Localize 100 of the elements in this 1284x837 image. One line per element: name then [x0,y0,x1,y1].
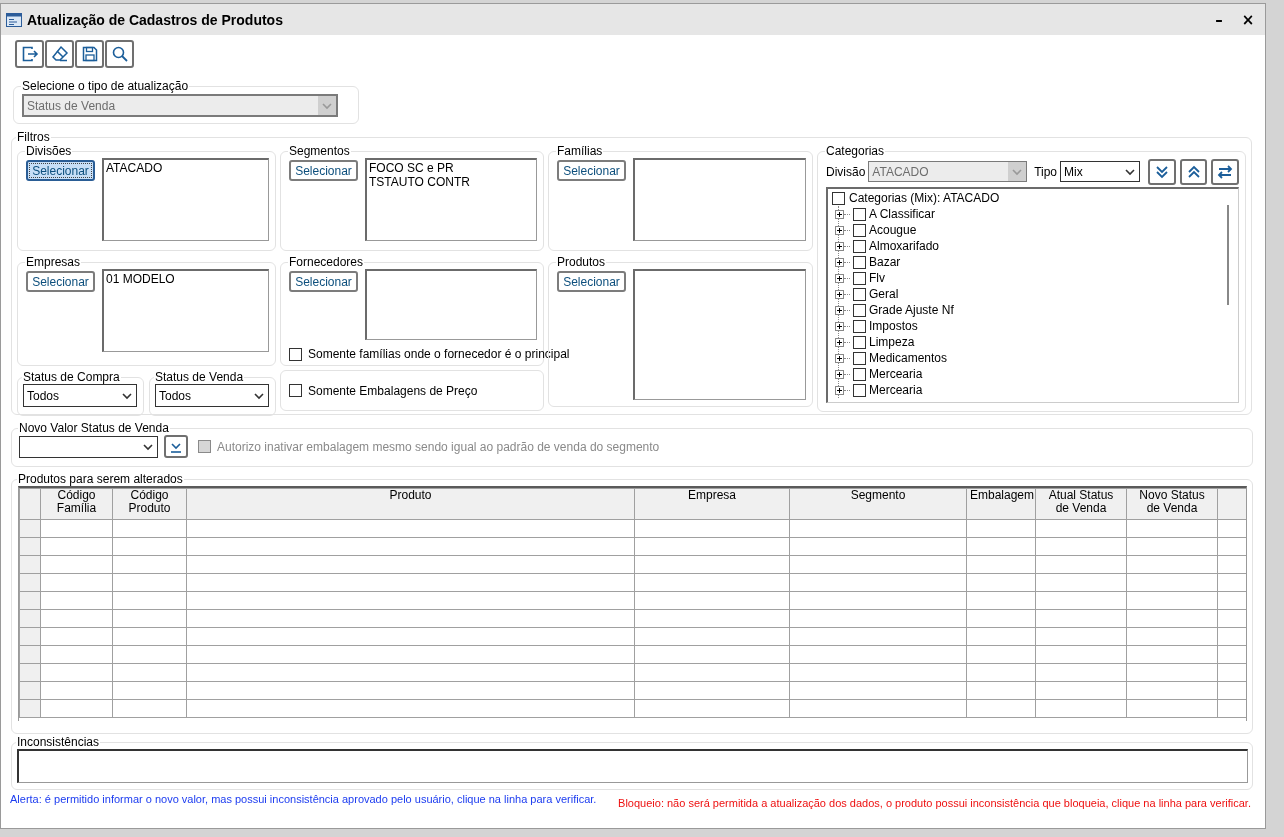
checkbox[interactable] [853,207,866,221]
checkbox[interactable] [853,367,866,381]
expand-toggle-icon[interactable] [835,337,844,347]
group-title: Famílias [556,144,604,158]
tree-item[interactable]: Grade Ajuste Nf [869,303,954,317]
select-button[interactable]: Selecionar [26,160,95,181]
search-button[interactable] [105,40,134,68]
save-icon [80,45,99,63]
expand-toggle-icon[interactable] [835,209,844,219]
list-item[interactable]: TSTAUTO CONTR [369,175,534,189]
save-button[interactable] [75,40,104,68]
checkbox[interactable] [853,255,866,269]
group-title: Categorias [825,144,886,158]
checkbox[interactable] [832,191,845,205]
block-note: Bloqueio: não será permitida a atualização dos dados, o produto possui inconsistência que bloqueia, clique na linha para verificar. [618,797,1251,809]
expand-toggle-icon[interactable] [835,225,844,235]
tree-item[interactable]: Almoxarifado [869,239,940,253]
exit-button[interactable] [15,40,44,68]
checkbox[interactable] [853,351,866,365]
tree-item[interactable]: A Classificar [869,207,936,221]
checkbox[interactable] [853,383,866,397]
column-header[interactable]: Novo Status de Venda [1126,488,1218,520]
group-title: Selecione o tipo de atualização [21,79,190,93]
select-button[interactable]: Selecionar [289,160,358,181]
tree-item[interactable]: Mercearia [869,367,923,381]
list-item[interactable]: FOCO SC e PR [369,161,534,175]
window-title: Atualização de Cadastros de Produtos [27,11,283,28]
dropdown[interactable] [19,435,158,458]
list-box[interactable] [365,269,537,340]
field-label: Divisão [826,164,866,179]
eraser-button[interactable] [45,40,74,68]
tree-item[interactable]: Acougue [869,223,917,237]
select-button[interactable]: Selecionar [557,160,626,181]
list-box[interactable] [633,269,806,400]
dropdown[interactable]: Mix [1060,161,1141,182]
tree-item[interactable]: Medicamentos [869,351,948,365]
list-box[interactable]: 01 MODELO [102,269,269,352]
checkbox[interactable] [289,384,302,397]
group-title: Produtos para serem alterados [17,472,184,486]
inconsistencies-field[interactable] [17,749,1248,783]
column-header[interactable]: Código Família [40,488,113,520]
expand-toggle-icon[interactable] [835,257,844,267]
select-button[interactable]: Selecionar [557,271,626,292]
group-title: Produtos [556,255,607,269]
tree-item[interactable]: Limpeza [869,335,915,349]
list-item[interactable]: ATACADO [106,161,266,175]
list-box[interactable]: FOCO SC e PR TSTAUTO CONTR [365,158,537,241]
checkbox[interactable] [289,347,302,361]
tree-item[interactable]: Impostos [869,319,918,333]
checkbox[interactable] [853,335,866,349]
column-header[interactable]: Embalagem [966,488,1036,520]
apply-button[interactable] [164,435,188,458]
minimize-button[interactable]: – [1208,8,1230,31]
expand-toggle-icon[interactable] [835,353,844,363]
tree-item[interactable]: Mercearia [869,383,923,397]
column-header[interactable]: Produto [186,488,635,520]
list-box[interactable] [633,158,806,241]
group-title: Fornecedores [288,255,365,269]
checkbox[interactable] [853,223,866,237]
exit-icon [20,45,39,63]
column-header[interactable]: Código Produto [112,488,187,520]
dropdown[interactable]: Todos [23,384,137,407]
scrollbar-thumb[interactable] [1227,205,1229,305]
group-title: Empresas [25,255,82,269]
dropdown[interactable]: Todos [155,384,269,407]
group-title: Segmentos [288,144,351,158]
search-icon [110,45,129,63]
group-title: Status de Venda [154,370,245,384]
expand-toggle-icon[interactable] [835,273,844,283]
expand-all-button[interactable] [1148,158,1176,185]
group-title: Divisões [25,144,73,158]
checkbox-label: Somente Embalagens de Preço [308,383,478,398]
close-button[interactable]: × [1237,8,1259,31]
group-title: Inconsistências [16,735,101,749]
expand-toggle-icon[interactable] [835,305,844,315]
swap-button[interactable] [1211,158,1239,185]
expand-toggle-icon[interactable] [835,321,844,331]
expand-toggle-icon[interactable] [835,241,844,251]
expand-toggle-icon[interactable] [835,369,844,379]
tree-item[interactable]: Categorias (Mix): ATACADO [849,191,1000,205]
column-header[interactable]: Atual Status de Venda [1035,488,1127,520]
select-button[interactable]: Selecionar [289,271,358,292]
column-header[interactable]: Segmento [789,488,967,520]
swap-arrows-icon [1216,162,1235,181]
checkbox[interactable] [853,319,866,333]
field-label: Tipo [1034,164,1058,179]
list-box[interactable]: ATACADO [102,158,269,241]
tree-item[interactable]: Flv [869,271,885,285]
expand-toggle-icon[interactable] [835,289,844,299]
column-header[interactable]: Empresa [634,488,790,520]
checkbox[interactable] [853,303,866,317]
checkbox[interactable] [853,271,866,285]
tree-item[interactable]: Bazar [869,255,901,269]
checkbox[interactable] [853,239,866,253]
list-item[interactable]: 01 MODELO [106,272,266,286]
checkbox[interactable] [853,287,866,301]
select-button[interactable]: Selecionar [26,271,95,292]
expand-toggle-icon[interactable] [835,385,844,395]
collapse-all-button[interactable] [1179,158,1208,185]
tree-item[interactable]: Geral [869,287,899,301]
